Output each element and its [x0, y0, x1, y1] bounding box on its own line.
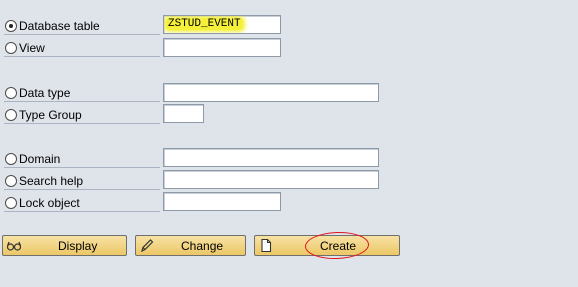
create-button-label: Create — [320, 239, 357, 253]
divider — [4, 211, 160, 212]
option-type-group[interactable]: Type Group — [4, 106, 284, 124]
domain-name-field[interactable] — [163, 148, 379, 167]
divider — [4, 167, 160, 168]
divider — [4, 101, 160, 102]
radio-domain[interactable] — [5, 153, 17, 165]
lock-object-name-field[interactable] — [163, 192, 281, 211]
radio-type-group[interactable] — [5, 109, 17, 121]
change-button[interactable]: Change — [135, 235, 246, 256]
view-name-field[interactable] — [163, 38, 281, 57]
label-search-help: Search help — [19, 174, 84, 188]
display-button-label: Display — [58, 239, 98, 253]
label-lock-object: Lock object — [19, 196, 80, 210]
radio-data-type[interactable] — [5, 87, 17, 99]
label-data-type: Data type — [19, 86, 71, 100]
label-domain: Domain — [19, 152, 61, 166]
divider — [4, 189, 160, 190]
radio-view[interactable] — [5, 42, 17, 54]
glasses-icon — [6, 238, 22, 253]
blank-page-icon — [258, 238, 274, 253]
database-table-name-value: ZSTUD_EVENT — [166, 18, 243, 30]
display-button[interactable]: Display — [2, 235, 127, 256]
radio-database-table[interactable] — [5, 20, 17, 32]
create-button[interactable]: Create — [254, 235, 400, 256]
divider — [4, 123, 160, 124]
search-help-name-field[interactable] — [163, 170, 379, 189]
change-button-label: Change — [181, 239, 224, 253]
divider — [4, 34, 160, 35]
label-view: View — [19, 41, 45, 55]
divider — [4, 56, 160, 57]
pencil-icon — [139, 238, 155, 253]
type-group-name-field[interactable] — [163, 104, 204, 123]
radio-lock-object[interactable] — [5, 197, 17, 209]
label-database-table: Database table — [19, 19, 100, 33]
database-table-name-field[interactable]: ZSTUD_EVENT — [163, 15, 281, 34]
radio-search-help[interactable] — [5, 175, 17, 187]
data-type-name-field[interactable] — [163, 83, 379, 102]
label-type-group: Type Group — [19, 108, 82, 122]
